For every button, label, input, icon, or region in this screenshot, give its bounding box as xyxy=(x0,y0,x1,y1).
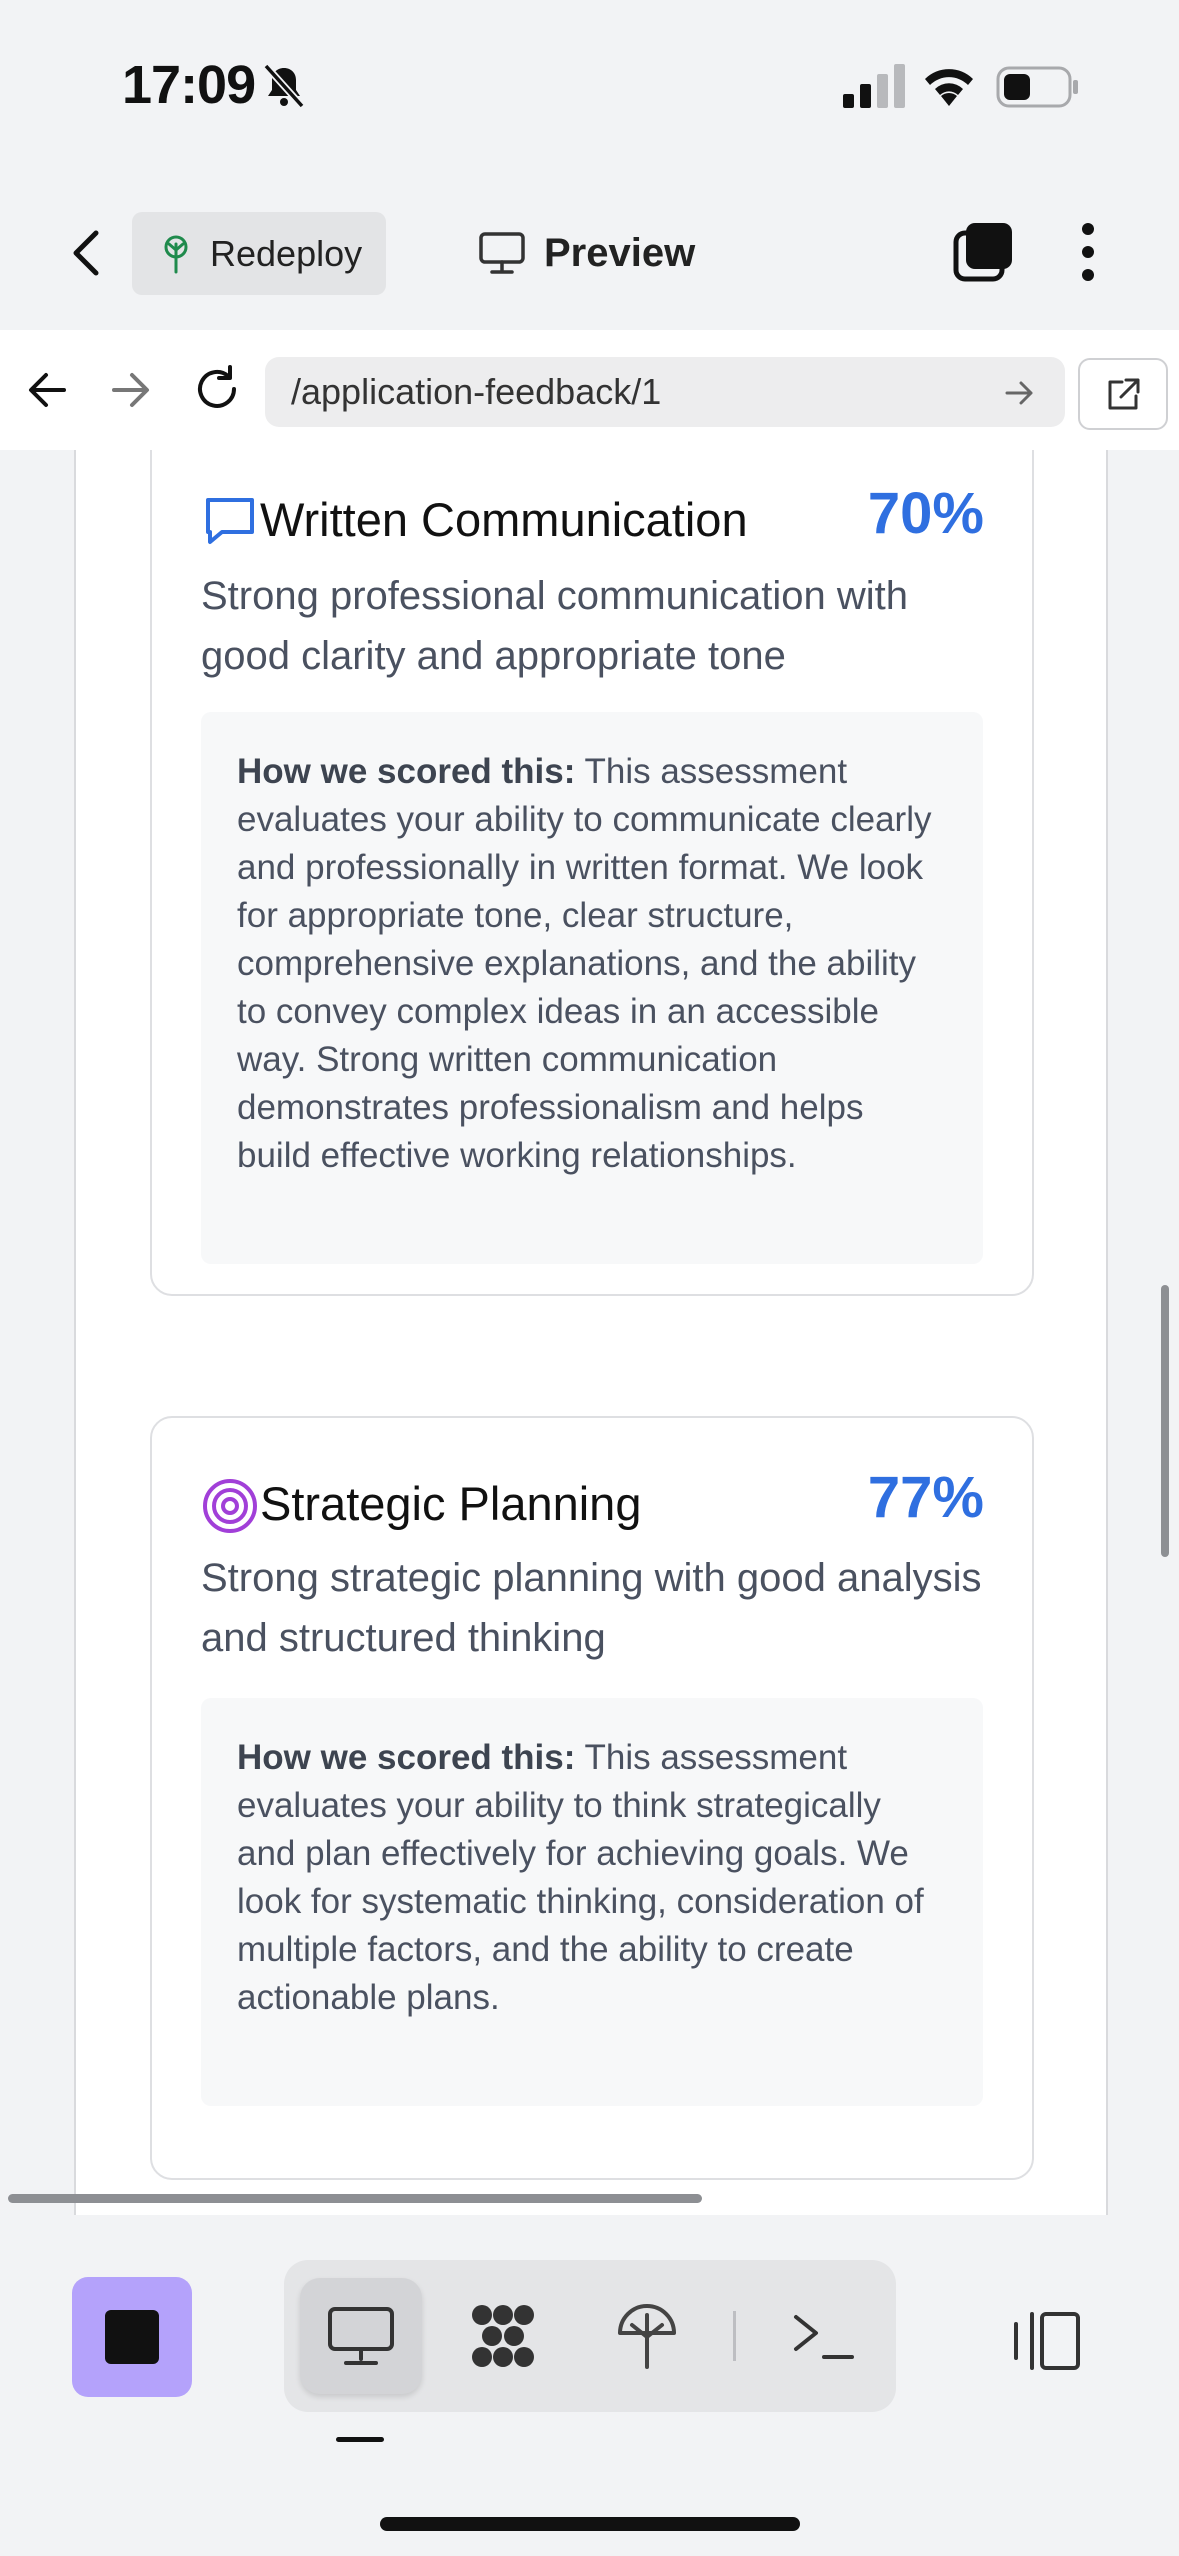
preview-label: Preview xyxy=(544,230,696,275)
browser-url-bar: /application-feedback/1 xyxy=(0,330,1179,452)
home-indicator[interactable] xyxy=(380,2517,800,2531)
web-content[interactable]: Written Communication 70% Strong profess… xyxy=(0,450,1179,2215)
side-panel-icon[interactable] xyxy=(1012,2310,1082,2372)
scoring-label: How we scored this: xyxy=(237,1738,576,1777)
arrow-left-icon[interactable] xyxy=(26,370,68,410)
skill-card-strategic-planning: Strategic Planning 77% Strong strategic … xyxy=(150,1416,1034,2180)
scoring-text: This assessment evaluates your ability t… xyxy=(237,752,932,1175)
status-bar: 17:09 xyxy=(0,0,1179,175)
redeploy-label: Redeploy xyxy=(210,232,363,274)
terminal-icon[interactable] xyxy=(788,2301,858,2371)
back-chevron-icon[interactable] xyxy=(60,225,116,281)
reload-icon[interactable] xyxy=(192,364,242,414)
card-title: Strategic Planning xyxy=(260,1477,642,1530)
more-vertical-icon[interactable] xyxy=(1074,221,1102,283)
toolbar-divider xyxy=(733,2311,736,2361)
go-arrow-icon[interactable] xyxy=(1005,379,1035,407)
app-toolbar: Redeploy Preview xyxy=(0,175,1179,332)
card-percentage: 77% xyxy=(867,1465,984,1530)
tabs-stack-icon[interactable] xyxy=(952,221,1014,283)
card-title: Written Communication xyxy=(260,493,748,546)
url-input[interactable]: /application-feedback/1 xyxy=(265,357,1065,427)
chat-bubble-icon xyxy=(206,498,254,544)
monitor-icon xyxy=(479,232,525,274)
horizontal-scrollbar[interactable] xyxy=(8,2194,702,2203)
scoring-text: This assessment evaluates your ability t… xyxy=(237,1738,924,2017)
view-switcher xyxy=(284,2260,896,2412)
stop-square-icon xyxy=(105,2310,159,2364)
bell-muted-icon xyxy=(263,63,305,109)
deploy-icon[interactable] xyxy=(612,2301,682,2371)
arrow-right-icon[interactable] xyxy=(110,370,152,410)
scoring-label: How we scored this: xyxy=(237,752,576,791)
bottom-toolbar xyxy=(0,2215,1179,2556)
wifi-icon xyxy=(925,69,973,106)
apps-cluster-icon[interactable] xyxy=(468,2301,538,2371)
battery-icon xyxy=(996,66,1078,108)
monitor-icon xyxy=(328,2307,394,2365)
scoring-explanation: How we scored this: This assessment eval… xyxy=(201,1698,983,2106)
vertical-scrollbar[interactable] xyxy=(1161,1285,1169,1557)
cell-signal-icon xyxy=(843,64,905,108)
feedback-page: Written Communication 70% Strong profess… xyxy=(74,450,1108,2215)
url-text: /application-feedback/1 xyxy=(291,371,662,412)
card-description: Strong strategic planning with good anal… xyxy=(201,1556,982,1660)
deploy-tree-icon xyxy=(164,235,188,273)
external-link-icon xyxy=(1108,378,1140,410)
preview-view-button[interactable] xyxy=(300,2278,422,2394)
scoring-explanation: How we scored this: This assessment eval… xyxy=(201,712,983,1264)
card-percentage: 70% xyxy=(867,481,984,546)
active-tab-indicator xyxy=(336,2437,384,2442)
stop-button[interactable] xyxy=(72,2277,192,2397)
target-icon xyxy=(203,1479,257,1533)
preview-button[interactable]: Preview xyxy=(478,225,695,281)
status-time: 17:09 xyxy=(122,55,256,115)
card-description: Strong professional communication with g… xyxy=(201,574,909,678)
skill-card-written-communication: Written Communication 70% Strong profess… xyxy=(150,450,1034,1296)
open-external-button[interactable] xyxy=(1078,358,1168,430)
redeploy-button[interactable]: Redeploy xyxy=(132,212,386,295)
